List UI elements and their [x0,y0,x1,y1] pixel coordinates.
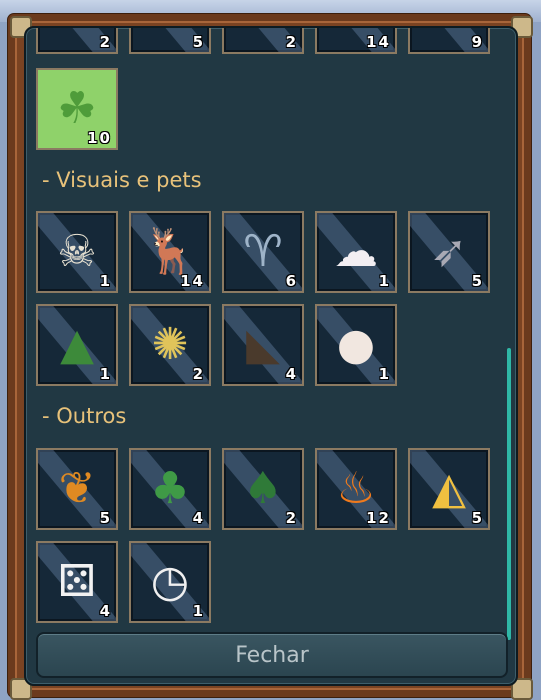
item-count: 4 [192,509,205,527]
item-count: 2 [99,33,112,51]
inventory-slot[interactable]: ❦ 5 [36,448,118,530]
item-count: 1 [378,272,391,290]
item-count: 5 [99,509,112,527]
inventory-slot[interactable]: 2 [222,28,304,54]
inventory-slot[interactable]: ♨ 12 [315,448,397,530]
inventory-slot[interactable]: 2 [36,28,118,54]
inventory-slot[interactable]: 🦌 14 [129,211,211,293]
inventory-slot[interactable]: 9 [408,28,490,54]
item-count: 2 [285,509,298,527]
item-count: 1 [192,602,205,620]
inventory-slot[interactable]: ◣ 4 [222,304,304,386]
inventory-slot[interactable]: 5 [129,28,211,54]
inventory-slot[interactable]: ◭ 5 [408,448,490,530]
item-count: 5 [471,272,484,290]
inventory-slot[interactable]: ♈ 6 [222,211,304,293]
section-title: - Visuais e pets [42,168,202,192]
section-title: - Outros [42,404,127,428]
item-count: 5 [471,509,484,527]
inventory-slot[interactable]: ☘ 10 [36,68,118,150]
item-count: 10 [87,129,112,147]
item-count: 12 [366,509,391,527]
inventory-slot[interactable]: ♣ 4 [129,448,211,530]
item-count: 1 [99,272,112,290]
inventory-slot[interactable]: ⚄ 4 [36,541,118,623]
item-count: 6 [285,272,298,290]
item-count: 2 [285,33,298,51]
item-count: 4 [99,602,112,620]
inventory-panel: 2 5 2 14 9 ☘ 10 - Visuais e pets ☠ 1 🦌 1… [24,26,518,686]
inventory-slot[interactable]: ◷ 1 [129,541,211,623]
item-count: 2 [192,365,205,383]
inventory-slot[interactable]: 14 [315,28,397,54]
item-count: 4 [285,365,298,383]
item-count: 14 [180,272,205,290]
inventory-slot[interactable]: ➶ 5 [408,211,490,293]
inventory-scroll-area[interactable]: 2 5 2 14 9 ☘ 10 - Visuais e pets ☠ 1 🦌 1… [26,28,502,626]
inventory-slot[interactable]: ✺ 2 [129,304,211,386]
close-button[interactable]: Fechar [36,632,508,678]
inventory-slot[interactable]: ☁ 1 [315,211,397,293]
item-count: 14 [366,33,391,51]
item-count: 9 [471,33,484,51]
item-count: 5 [192,33,205,51]
inventory-slot[interactable]: ● 1 [315,304,397,386]
item-count: 1 [378,365,391,383]
item-count: 1 [99,365,112,383]
inventory-slot[interactable]: ▲ 1 [36,304,118,386]
inventory-slot[interactable]: ☠ 1 [36,211,118,293]
vertical-scrollbar[interactable] [507,348,511,640]
inventory-slot[interactable]: ♠ 2 [222,448,304,530]
